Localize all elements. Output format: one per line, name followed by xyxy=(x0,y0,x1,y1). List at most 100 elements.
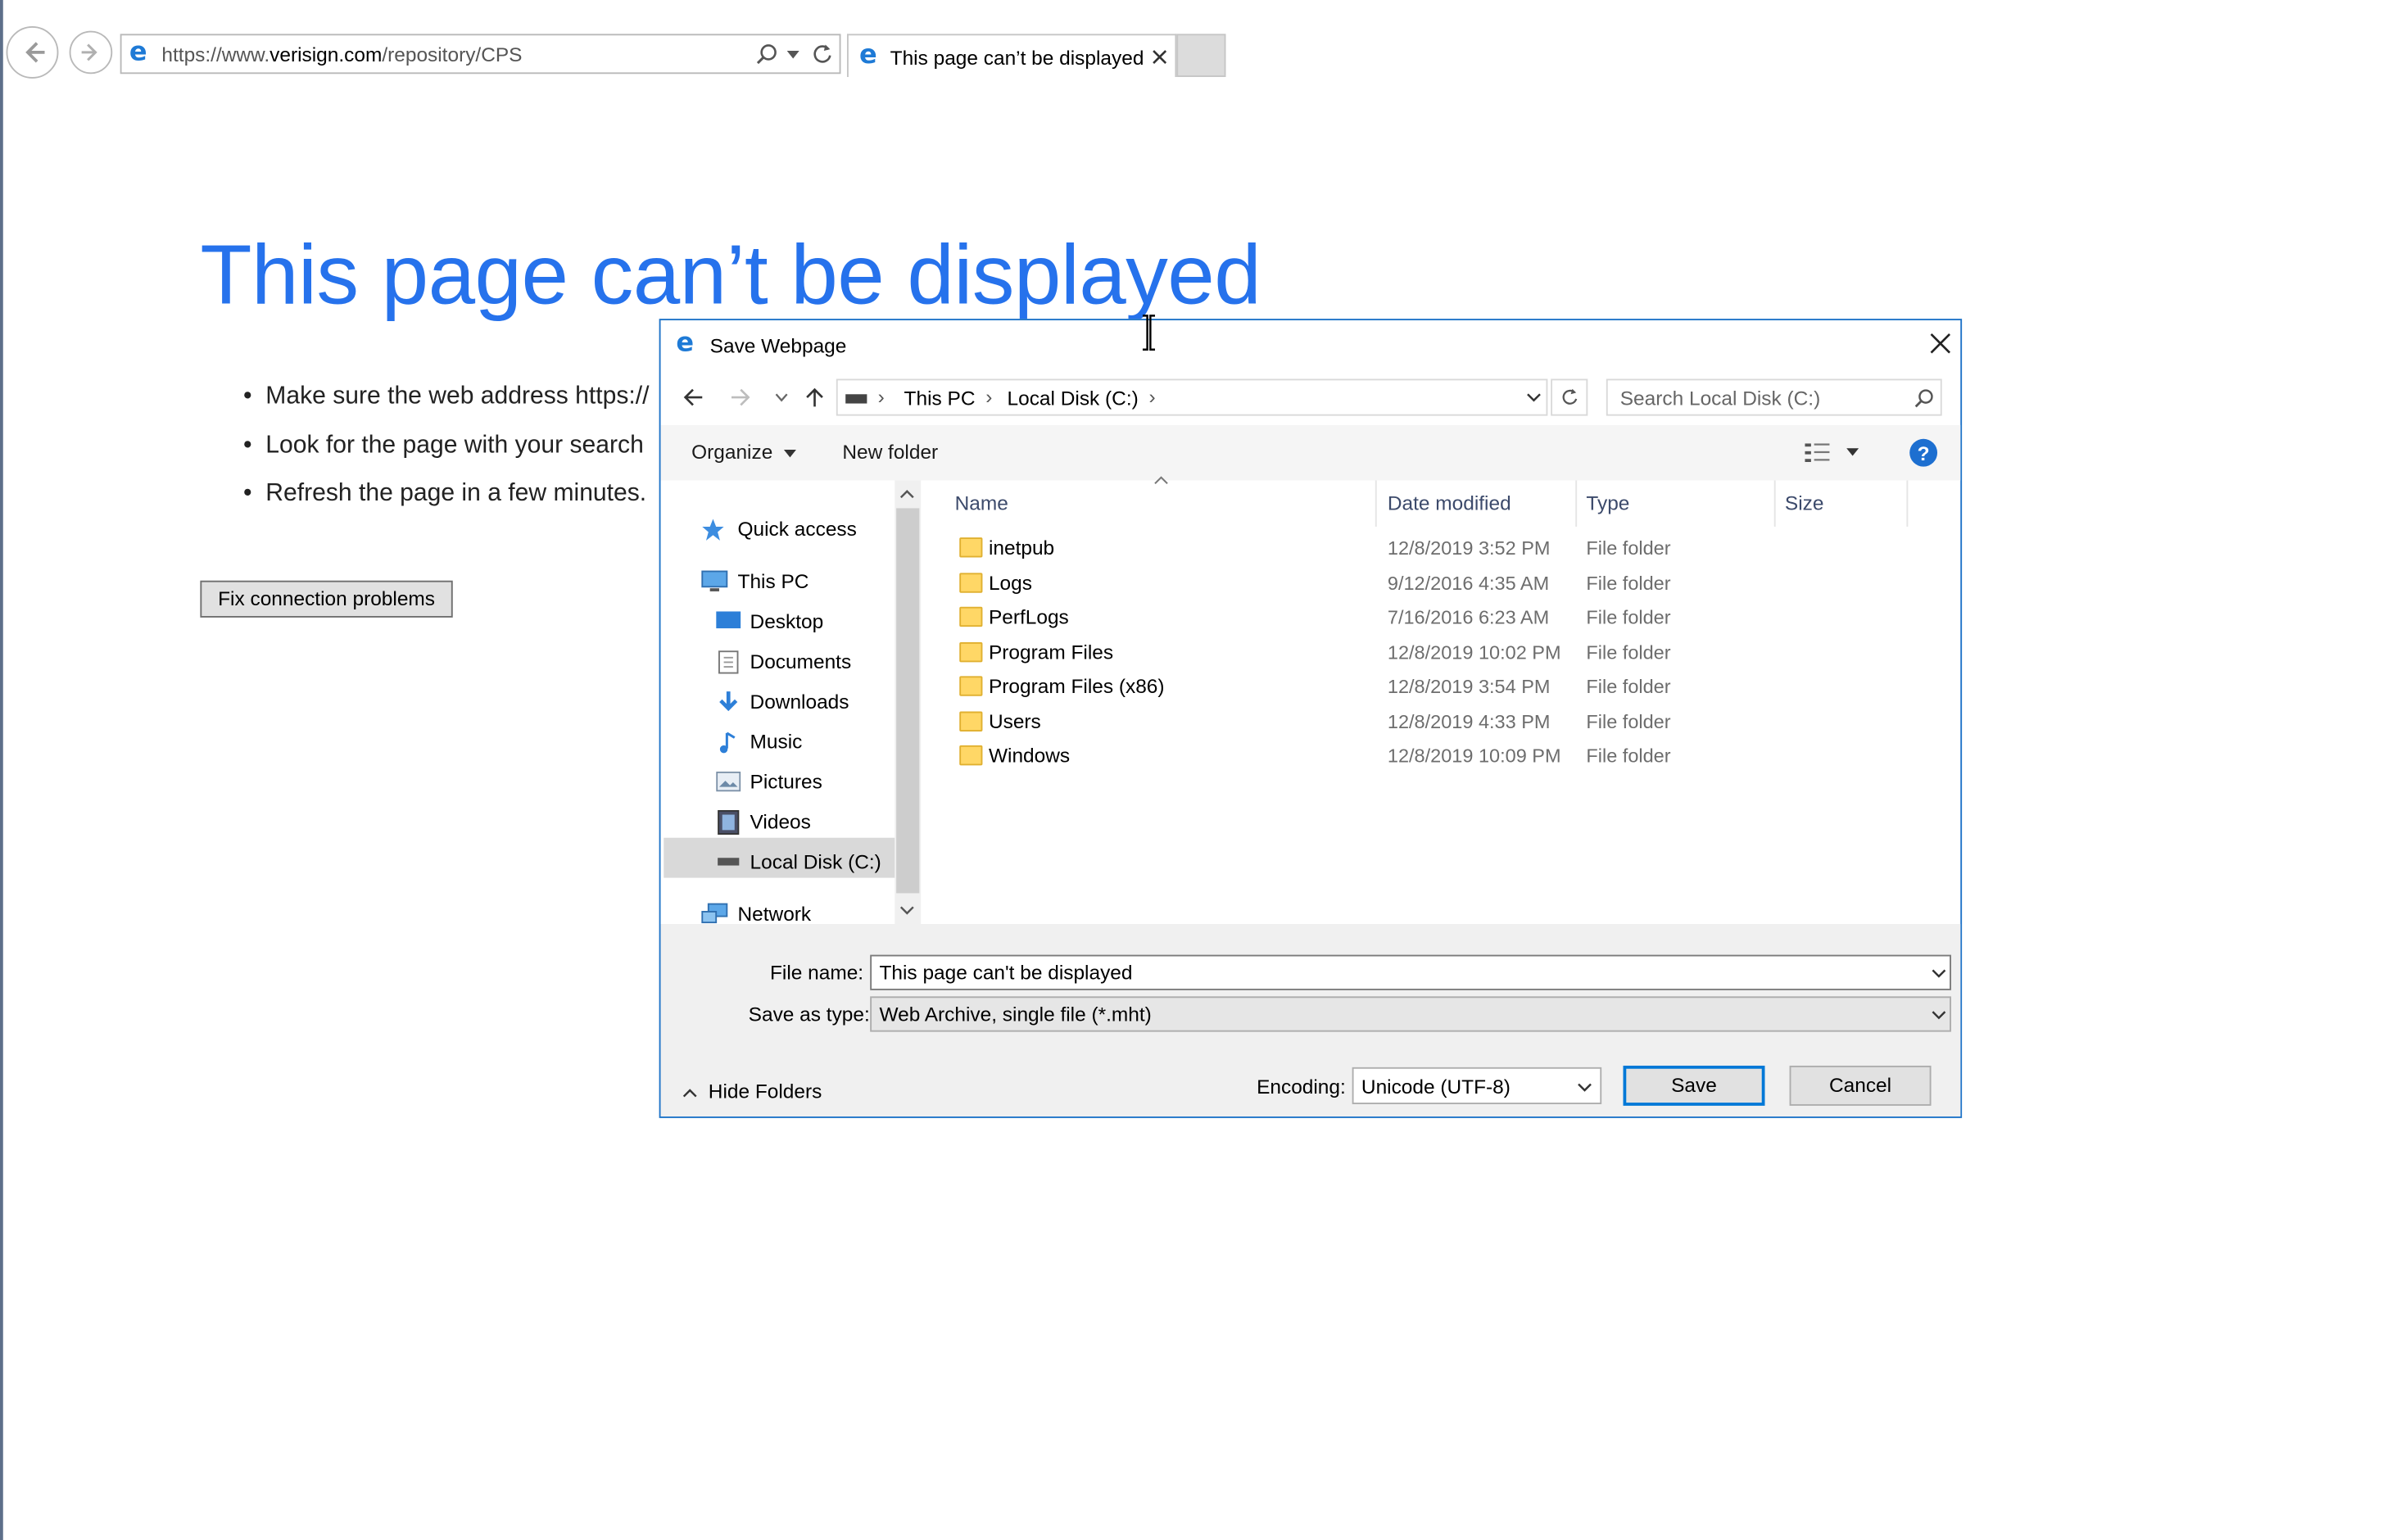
window-edge xyxy=(0,0,3,1540)
search-icon xyxy=(1914,389,1933,408)
search-input[interactable]: Search Local Disk (C:) xyxy=(1606,378,1942,416)
list-item[interactable]: Users 12/8/2019 4:33 PM File folder xyxy=(938,705,1923,739)
column-header-date[interactable]: Date modified xyxy=(1388,491,1511,514)
svg-text:?: ? xyxy=(1918,443,1930,465)
breadcrumb[interactable]: › This PC › Local Disk (C:) › xyxy=(836,378,1548,416)
nav-local-disk[interactable]: Local Disk (C:) xyxy=(716,850,881,873)
pictures-icon xyxy=(716,771,741,792)
nav-documents[interactable]: Documents xyxy=(716,650,851,674)
ie-icon: e xyxy=(859,39,877,71)
save-type-select[interactable]: Web Archive, single file (*.mht) xyxy=(870,996,1951,1032)
nav-quick-access[interactable]: Quick access xyxy=(702,518,857,541)
list-item[interactable]: Logs 9/12/2016 4:35 AM File folder xyxy=(938,567,1923,600)
music-icon xyxy=(719,732,736,754)
dropdown-arrow-icon[interactable] xyxy=(1846,448,1859,457)
column-header-type[interactable]: Type xyxy=(1586,491,1629,514)
refresh-icon xyxy=(1562,388,1578,405)
scroll-up-icon[interactable] xyxy=(899,488,915,499)
hide-folders-button[interactable]: Hide Folders xyxy=(682,1080,822,1103)
back-arrow-icon xyxy=(25,42,45,63)
address-url[interactable]: https://www.verisign.com/repository/CPS xyxy=(161,43,522,66)
folder-icon xyxy=(959,711,983,732)
nav-pictures[interactable]: Pictures xyxy=(716,770,822,793)
save-type-label: Save as type: xyxy=(748,1002,870,1026)
list-item[interactable]: Windows 12/8/2019 10:09 PM File folder xyxy=(938,739,1923,772)
chevron-down-icon xyxy=(1932,1011,1946,1020)
file-name-field[interactable]: This page can't be displayed xyxy=(870,954,1951,990)
cancel-button[interactable]: Cancel xyxy=(1789,1065,1932,1106)
up-arrow-icon[interactable] xyxy=(804,387,825,408)
folder-icon xyxy=(959,641,983,663)
nav-desktop[interactable]: Desktop xyxy=(716,609,823,633)
encoding-label: Encoding: xyxy=(1257,1075,1346,1098)
column-header-size[interactable]: Size xyxy=(1785,491,1824,514)
chevron-down-icon xyxy=(1578,1083,1592,1092)
dropdown-arrow-icon xyxy=(784,449,797,457)
drive-icon xyxy=(718,858,740,866)
file-name-label: File name: xyxy=(770,961,864,985)
folder-icon xyxy=(959,676,983,696)
bullet-item: • Make sure the web address https:// xyxy=(243,383,650,410)
tab-title: This page can’t be displayed xyxy=(890,46,1144,70)
download-icon xyxy=(719,691,738,712)
view-options-icon[interactable] xyxy=(1805,442,1832,464)
refresh-icon[interactable] xyxy=(812,43,833,65)
videos-icon xyxy=(718,809,740,835)
list-item[interactable]: inetpub 12/8/2019 3:52 PM File folder xyxy=(938,532,1923,565)
back-arrow-icon[interactable] xyxy=(682,387,704,408)
bullet-item: • Refresh the page in a few minutes. xyxy=(243,480,647,507)
nav-downloads[interactable]: Downloads xyxy=(716,690,849,713)
list-item[interactable]: Program Files 12/8/2019 10:02 PM File fo… xyxy=(938,636,1923,669)
address-bar[interactable]: e https://www.verisign.com/repository/CP… xyxy=(120,34,841,75)
desktop-icon xyxy=(716,611,741,629)
scroll-down-icon[interactable] xyxy=(899,905,915,916)
nav-music[interactable]: Music xyxy=(716,730,802,754)
dropdown-arrow-icon[interactable] xyxy=(786,51,799,60)
nav-network[interactable]: Network xyxy=(700,903,811,926)
chevron-down-icon[interactable] xyxy=(1932,969,1947,980)
text-cursor-icon xyxy=(1142,315,1155,351)
close-icon[interactable] xyxy=(1923,327,1957,360)
folder-icon xyxy=(959,537,983,558)
list-item[interactable]: PerfLogs 7/16/2016 6:23 AM File folder xyxy=(938,600,1923,634)
folder-icon xyxy=(959,573,983,593)
folder-icon xyxy=(959,745,983,766)
command-bar: Organize New folder ? xyxy=(660,424,1961,481)
back-button[interactable] xyxy=(6,25,59,79)
computer-icon xyxy=(701,570,728,591)
encoding-select[interactable]: Unicode (UTF-8) xyxy=(1352,1067,1602,1104)
forward-arrow-icon[interactable] xyxy=(730,387,751,408)
forward-arrow-icon xyxy=(81,43,97,61)
forward-button[interactable] xyxy=(69,30,113,75)
save-webpage-dialog: e Save Webpage › This PC › Local Disk (C… xyxy=(659,319,1963,1118)
navigation-pane: Quick access This PC Desktop Documents D… xyxy=(660,480,895,926)
column-header-name[interactable]: Name xyxy=(955,491,1008,514)
tab-current[interactable]: e This page can’t be displayed xyxy=(847,34,1177,77)
search-icon[interactable] xyxy=(756,43,777,65)
new-folder-button[interactable]: New folder xyxy=(842,441,938,464)
nav-scrollbar-thumb[interactable] xyxy=(896,508,920,894)
list-item[interactable]: Program Files (x86) 12/8/2019 3:54 PM Fi… xyxy=(938,670,1923,704)
drive-icon xyxy=(845,394,867,404)
page-title: This page can’t be displayed xyxy=(200,226,1261,322)
close-tab-icon[interactable] xyxy=(1152,49,1167,65)
chevron-up-icon xyxy=(682,1089,697,1098)
recent-locations-icon[interactable] xyxy=(775,392,789,402)
refresh-button[interactable] xyxy=(1551,378,1588,416)
nav-this-pc[interactable]: This PC xyxy=(700,570,808,593)
save-button[interactable]: Save xyxy=(1623,1065,1765,1106)
folder-icon xyxy=(959,606,983,627)
organize-menu[interactable]: Organize xyxy=(691,441,797,464)
new-tab-button[interactable] xyxy=(1176,34,1226,77)
star-icon xyxy=(702,519,724,541)
breadcrumb-local-disk[interactable]: Local Disk (C:) xyxy=(1008,387,1139,410)
save-options-panel: File name: This page can't be displayed … xyxy=(660,924,1961,1116)
ie-icon: e xyxy=(129,37,147,68)
bullet-item: • Look for the page with your search xyxy=(243,433,644,460)
breadcrumb-this-pc[interactable]: This PC xyxy=(904,387,976,410)
chevron-down-icon[interactable] xyxy=(1526,392,1542,403)
sort-ascending-icon xyxy=(1154,476,1168,485)
help-icon[interactable]: ? xyxy=(1908,437,1939,469)
nav-videos[interactable]: Videos xyxy=(716,809,811,835)
fix-connection-button[interactable]: Fix connection problems xyxy=(200,580,453,618)
